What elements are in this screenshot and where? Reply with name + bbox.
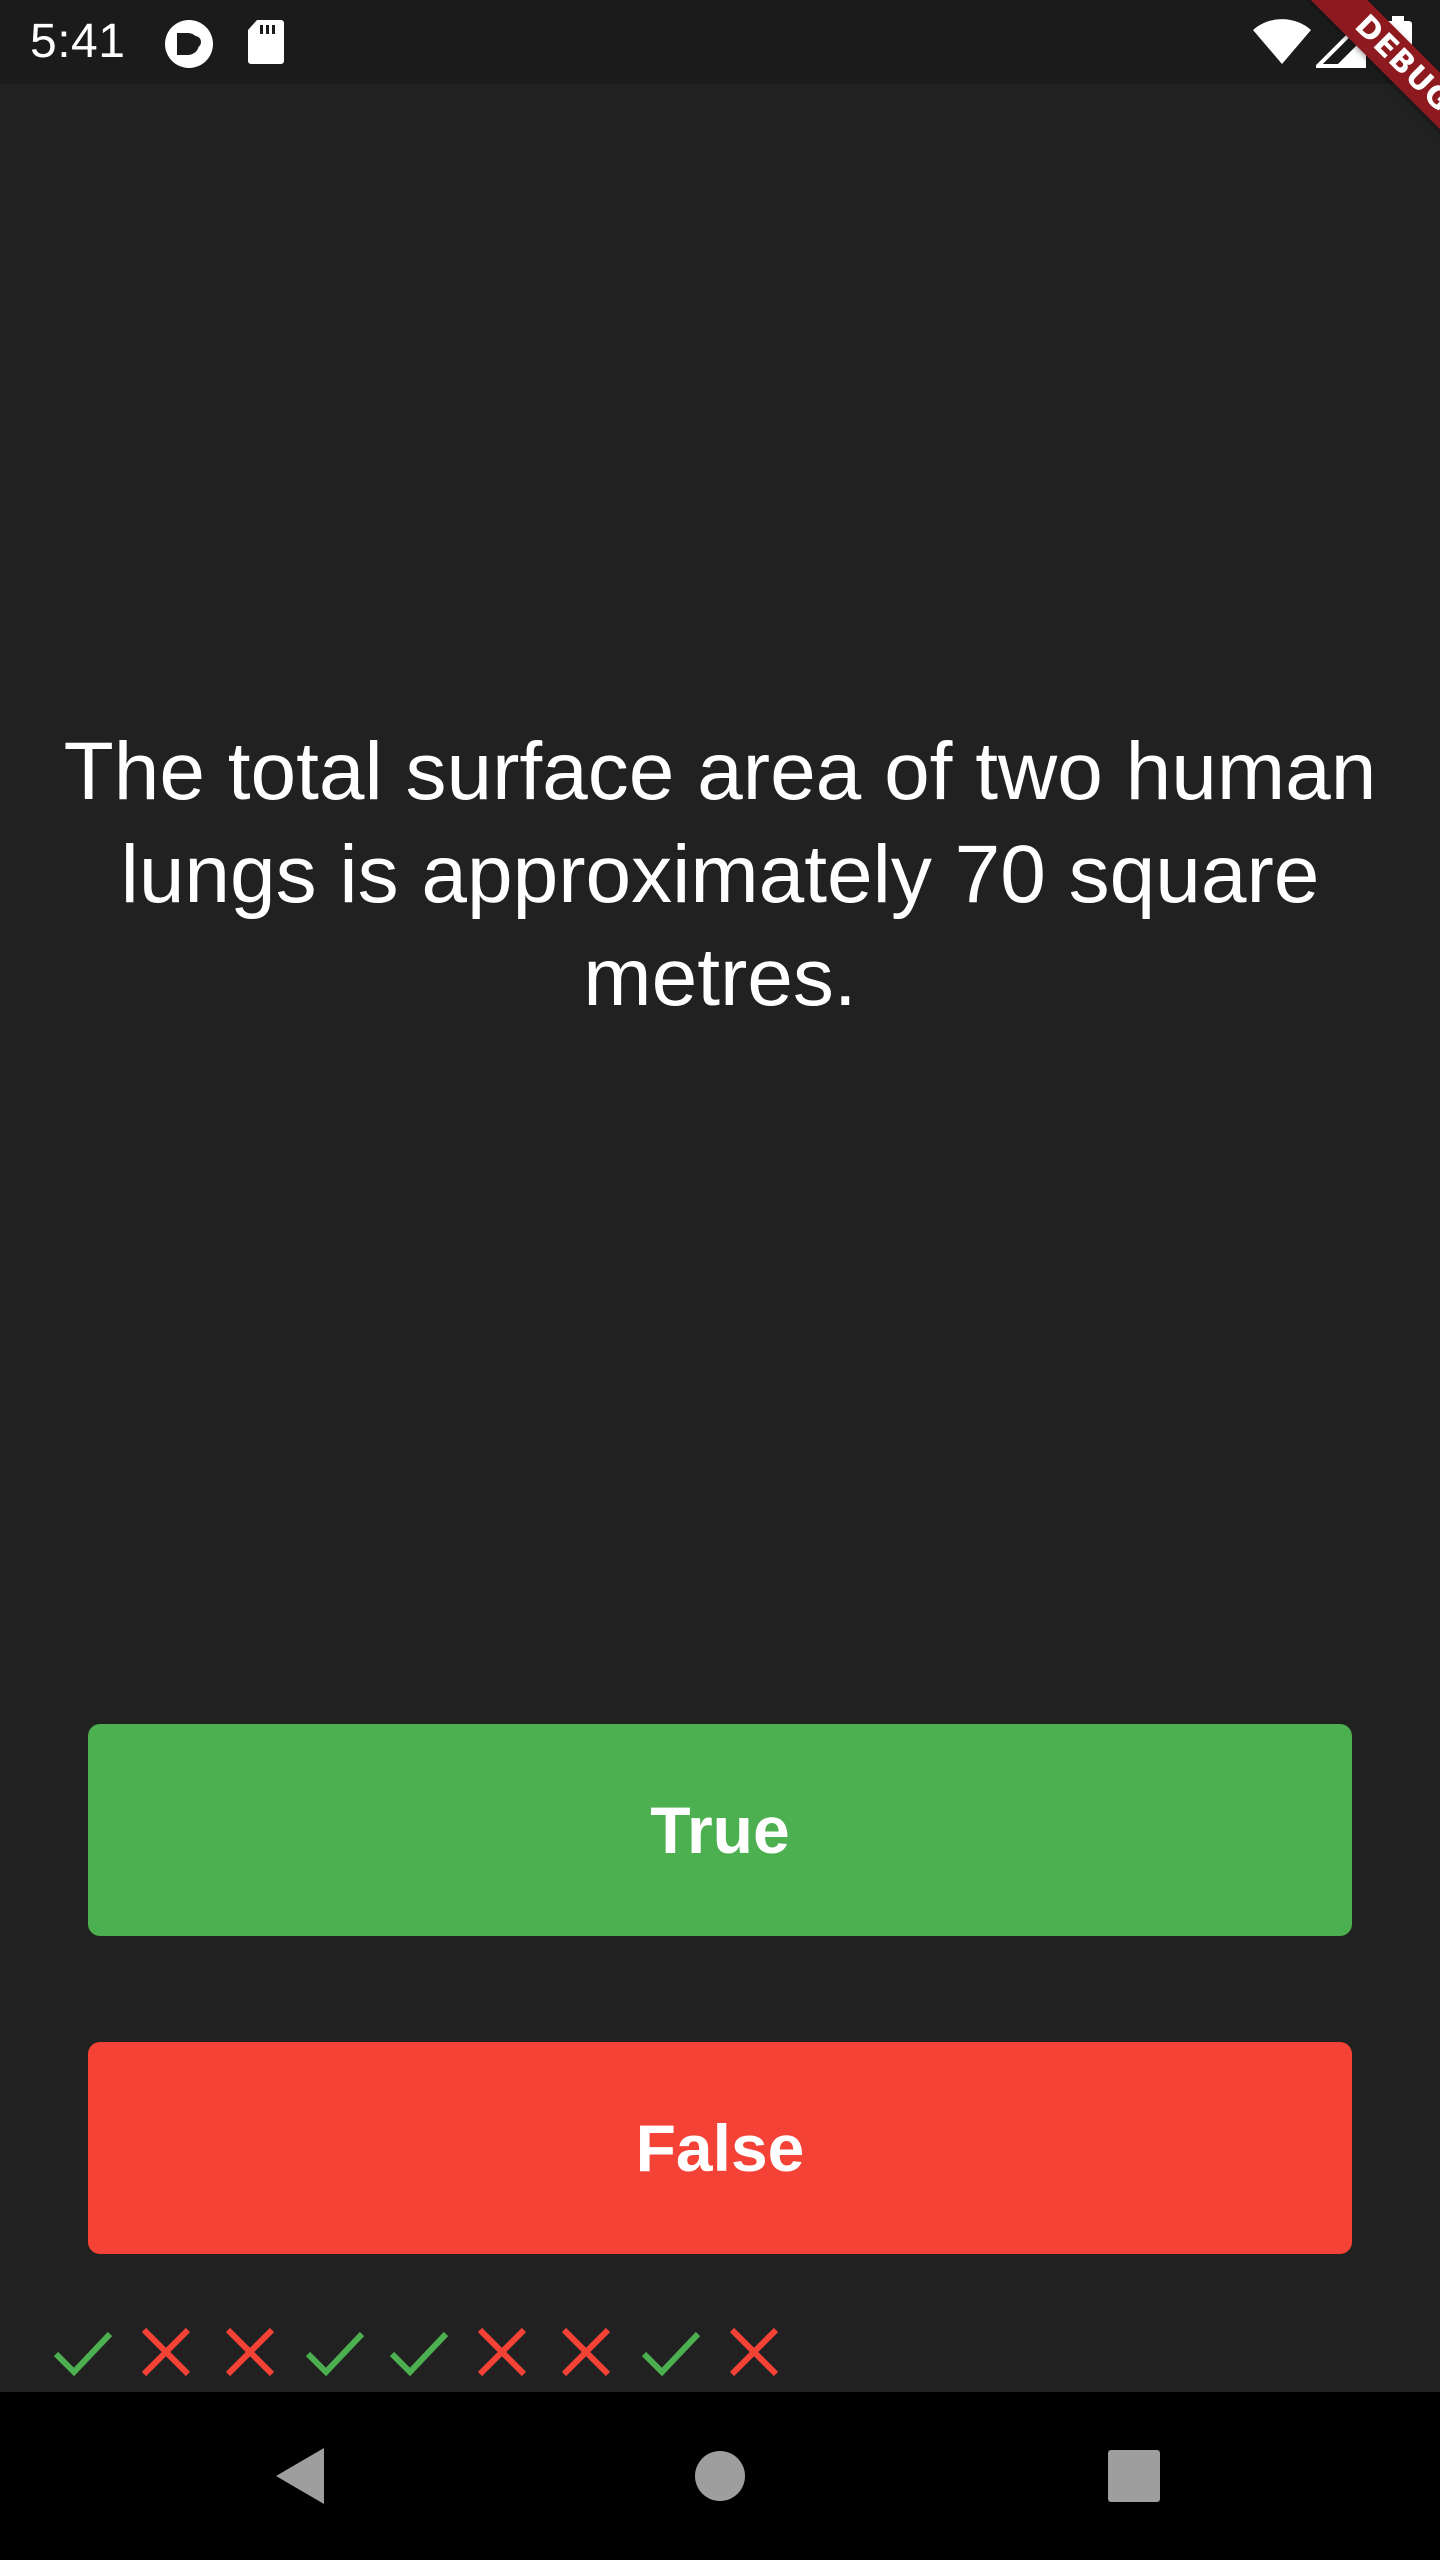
check-icon [376, 2316, 460, 2388]
score-keeper [40, 2316, 796, 2388]
check-icon [40, 2316, 124, 2388]
check-icon [628, 2316, 712, 2388]
close-icon [460, 2316, 544, 2388]
check-icon [292, 2316, 376, 2388]
question-text: The total surface area of two human lung… [63, 726, 1377, 1023]
home-button[interactable] [620, 2392, 820, 2560]
question-area: The total surface area of two human lung… [60, 720, 1380, 1029]
sd-card-icon [248, 20, 284, 64]
true-button[interactable]: True [88, 1724, 1352, 1936]
false-button[interactable]: False [88, 2042, 1352, 2254]
back-icon [276, 2448, 324, 2504]
status-time: 5:41 [30, 15, 126, 68]
close-icon [208, 2316, 292, 2388]
recents-icon [1108, 2450, 1160, 2502]
status-bar: 5:41 [0, 0, 1440, 84]
notification-circle-icon [165, 20, 213, 68]
navigation-bar [0, 2392, 1440, 2560]
back-button[interactable] [200, 2392, 400, 2560]
close-icon [712, 2316, 796, 2388]
close-icon [124, 2316, 208, 2388]
close-icon [544, 2316, 628, 2388]
home-icon [695, 2451, 745, 2501]
recents-button[interactable] [1034, 2392, 1234, 2560]
wifi-icon [1253, 19, 1311, 64]
